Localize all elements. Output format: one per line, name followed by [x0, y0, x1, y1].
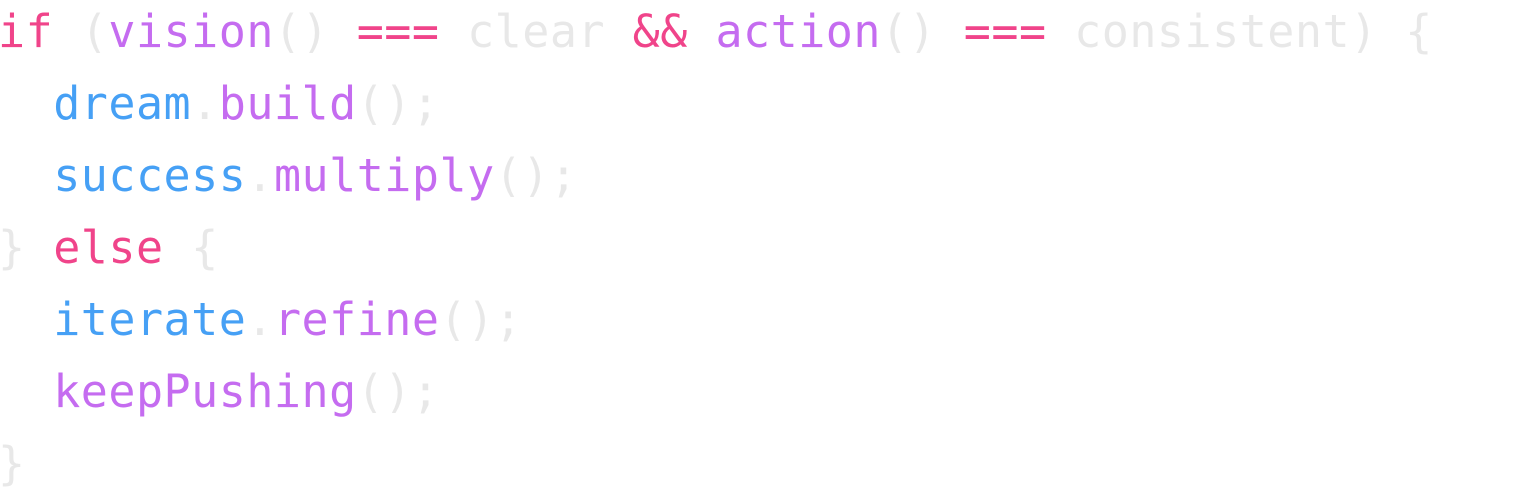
code-token-object: success: [53, 149, 247, 202]
code-token-muted: .: [246, 149, 274, 202]
code-token-muted: [0, 293, 53, 346]
code-token-muted: clear: [439, 5, 633, 58]
code-line-dream-build: dream.build();: [0, 72, 440, 136]
code-token-muted: (: [53, 5, 109, 58]
code-line-iterate-refine: iterate.refine();: [0, 288, 522, 352]
code-token-muted: ();: [356, 77, 440, 130]
code-token-muted: (): [881, 5, 964, 58]
code-token-keyword: if: [0, 5, 54, 58]
code-token-muted: }: [0, 437, 26, 490]
code-token-muted: (): [273, 5, 357, 58]
code-token-muted: consistent) {: [1046, 5, 1433, 58]
code-token-muted: ();: [356, 365, 440, 418]
code-token-object: dream: [53, 77, 192, 130]
code-line-success-multiply: success.multiply();: [0, 144, 577, 208]
code-token-muted: }: [0, 221, 54, 274]
code-token-keyword: ===: [963, 5, 1047, 58]
code-token-muted: ();: [494, 149, 578, 202]
code-token-object: iterate: [53, 293, 247, 346]
code-token-muted: [688, 5, 716, 58]
code-line-closing-brace: }: [0, 432, 26, 496]
code-token-keyword: ===: [356, 5, 440, 58]
code-token-function: refine: [273, 293, 440, 346]
code-token-function: multiply: [273, 149, 495, 202]
code-line-if: if (vision() === clear && action() === c…: [0, 0, 1433, 64]
code-token-function: keepPushing: [53, 365, 357, 418]
code-block: if (vision() === clear && action() === c…: [0, 0, 1532, 495]
code-token-keyword: else: [53, 221, 164, 274]
code-token-muted: .: [191, 77, 219, 130]
code-token-muted: ();: [439, 293, 523, 346]
code-token-muted: [0, 77, 53, 130]
code-token-function: build: [218, 77, 357, 130]
code-token-muted: [0, 149, 53, 202]
code-token-muted: .: [246, 293, 274, 346]
code-line-else: } else {: [0, 216, 219, 280]
code-token-keyword: &&: [632, 5, 688, 58]
code-token-muted: {: [163, 221, 219, 274]
code-token-muted: [0, 365, 53, 418]
code-line-keep-pushing: keepPushing();: [0, 360, 439, 424]
code-token-function: action: [715, 5, 881, 58]
code-token-function: vision: [108, 5, 274, 58]
